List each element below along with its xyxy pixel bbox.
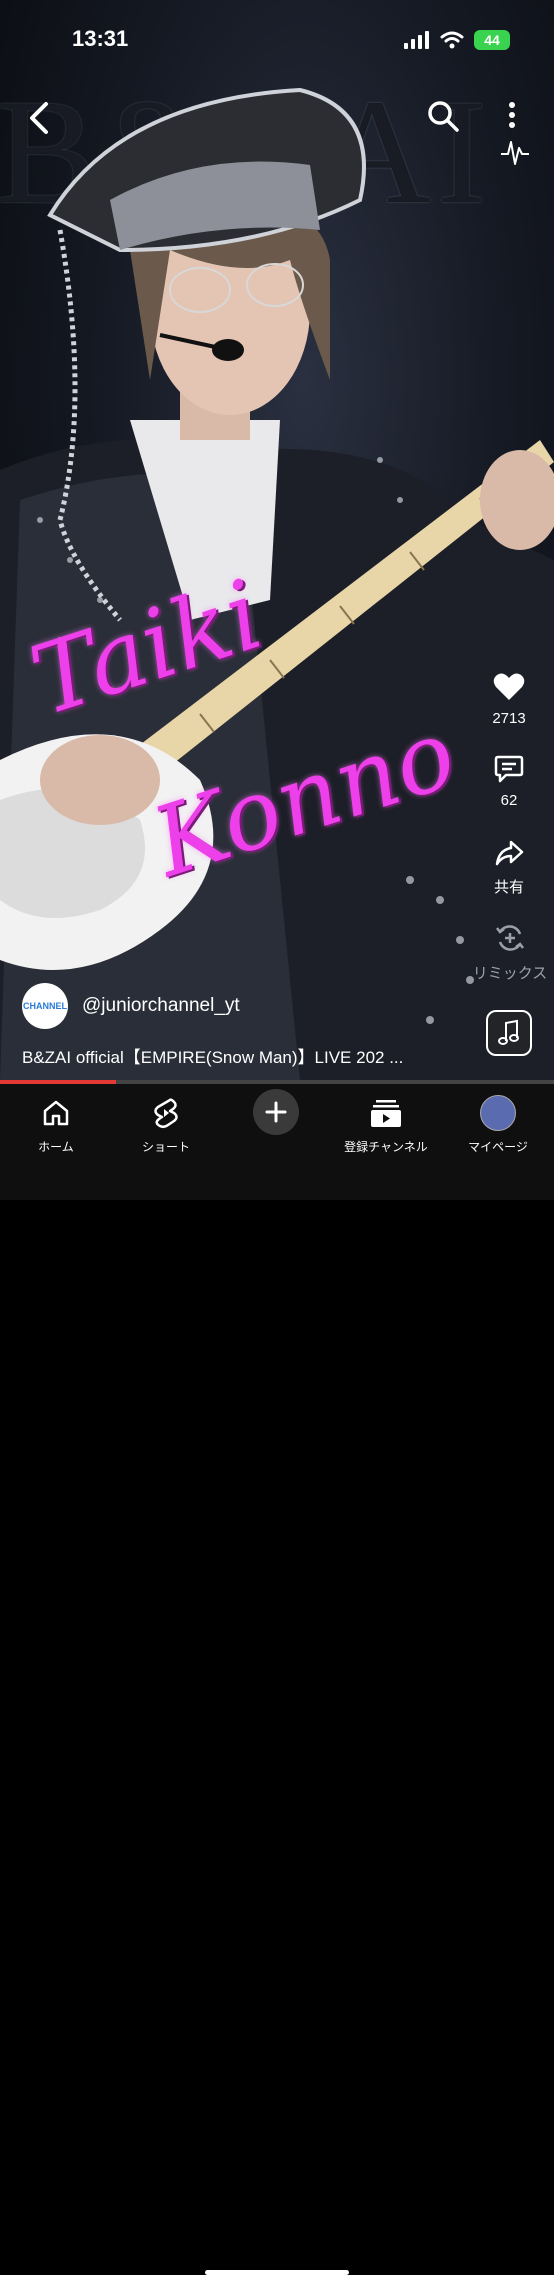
back-button[interactable] (24, 98, 56, 138)
nav-shorts-label: ショート (141, 1140, 190, 1154)
status-icons: 44 (404, 30, 510, 50)
nav-home[interactable]: ホーム (1, 1094, 111, 1155)
bottom-nav: ホーム ショート 登録チャンネル マイページ (0, 1084, 554, 2275)
search-button[interactable] (425, 98, 461, 134)
create-button[interactable] (253, 1089, 299, 1135)
nav-subscriptions-label: 登録チャンネル (344, 1140, 428, 1154)
signal-icon (404, 31, 429, 49)
music-note-icon (498, 1019, 519, 1045)
like-button[interactable]: 2713 (474, 672, 544, 727)
status-time: 13:31 (72, 26, 129, 51)
comment-icon (494, 755, 524, 783)
wifi-icon (440, 31, 464, 49)
comment-count: 62 (500, 792, 518, 809)
nav-you-label: マイページ (468, 1140, 528, 1154)
remix-button[interactable]: リミックス (464, 922, 554, 983)
share-label: 共有 (493, 879, 524, 896)
video-caption[interactable]: B&ZAI official【EMPIRE(Snow Man)】LIVE 202… (22, 1043, 403, 1068)
more-vertical-icon (509, 102, 515, 128)
performer-illustration (0, 87, 554, 1080)
battery-indicator: 44 (474, 30, 510, 50)
share-icon (495, 840, 524, 866)
sound-button[interactable] (486, 1010, 532, 1056)
search-icon (428, 101, 459, 132)
nav-home-label: ホーム (38, 1140, 74, 1154)
home-icon (43, 1100, 69, 1126)
like-count: 2713 (492, 710, 526, 727)
channel-handle[interactable]: @juniorchannel_yt (82, 995, 240, 1017)
status-bar: 13:31 44 (0, 0, 554, 80)
avatar-text: CHANNEL (23, 1000, 67, 1011)
nav-subscriptions[interactable]: 登録チャンネル (331, 1094, 441, 1155)
comment-button[interactable]: 62 (474, 754, 544, 809)
user-avatar (480, 1095, 516, 1131)
subscriptions-icon (371, 1100, 401, 1127)
remix-icon (496, 925, 524, 951)
remix-label: リミックス (472, 965, 548, 982)
channel-avatar[interactable]: CHANNEL (22, 983, 68, 1029)
nav-shorts[interactable]: ショート (111, 1094, 221, 1155)
shorts-icon (154, 1098, 178, 1129)
chevron-left-icon (30, 102, 48, 134)
channel-row[interactable]: CHANNEL @juniorchannel_yt (22, 983, 240, 1029)
plus-icon (265, 1101, 287, 1123)
heart-icon (493, 673, 525, 700)
video-player[interactable]: B&ZAI (0, 0, 554, 1080)
waveform-icon (501, 141, 529, 165)
nav-create[interactable] (221, 1089, 331, 1135)
nav-you[interactable]: マイページ (443, 1094, 553, 1155)
home-indicator (205, 2270, 349, 2275)
more-options-button[interactable] (500, 100, 524, 134)
share-button[interactable]: 共有 (474, 838, 544, 897)
